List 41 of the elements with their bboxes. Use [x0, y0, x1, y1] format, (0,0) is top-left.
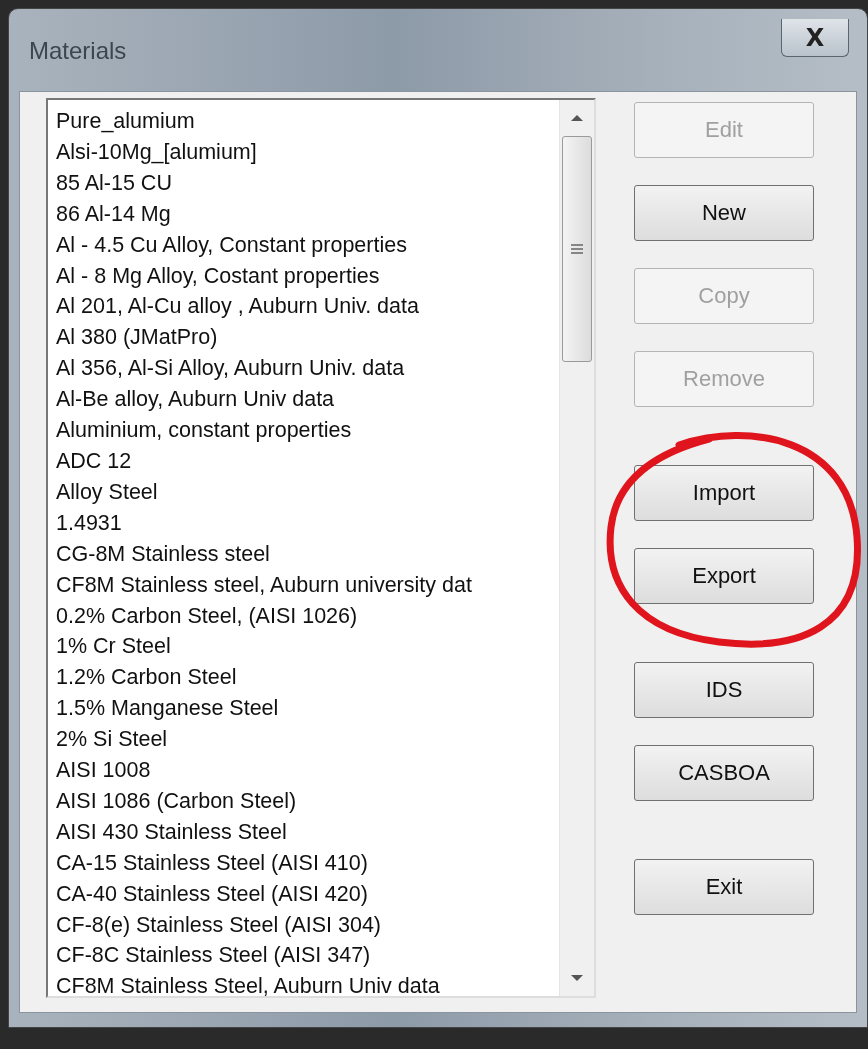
- list-item[interactable]: Al - 4.5 Cu Alloy, Constant properties: [56, 229, 559, 261]
- list-item[interactable]: Pure_alumium: [56, 106, 559, 137]
- list-item[interactable]: CA-40 Stainless Steel (AISI 420): [56, 878, 559, 910]
- list-item[interactable]: AISI 1008: [56, 755, 559, 786]
- list-item[interactable]: AISI 1086 (Carbon Steel): [56, 785, 559, 817]
- dialog-button[interactable]: Exit: [634, 859, 814, 915]
- list-item[interactable]: 1.2% Carbon Steel: [56, 662, 559, 694]
- dialog-button[interactable]: IDS: [634, 662, 814, 718]
- list-item[interactable]: Alloy Steel: [56, 476, 559, 508]
- list-item[interactable]: CA-15 Stainless Steel (AISI 410): [56, 847, 559, 879]
- list-item[interactable]: Aluminium, constant properties: [56, 415, 559, 446]
- list-item[interactable]: 1.4931: [56, 507, 559, 539]
- window-title: Materials: [29, 37, 127, 65]
- list-item[interactable]: Al-Be alloy, Auburn Univ data: [56, 384, 559, 416]
- list-item[interactable]: 1.5% Manganese Steel: [56, 693, 559, 725]
- dialog-button[interactable]: New: [634, 185, 814, 241]
- list-item[interactable]: Al - 8 Mg Alloy, Costant properties: [56, 260, 559, 292]
- list-item[interactable]: 86 Al-14 Mg: [56, 198, 559, 230]
- list-item[interactable]: 1% Cr Steel: [56, 631, 559, 663]
- list-item[interactable]: CF-8(e) Stainless Steel (AISI 304): [56, 909, 559, 941]
- list-item[interactable]: AISI 430 Stainless Steel: [56, 816, 559, 848]
- list-item[interactable]: ADC 12: [56, 445, 559, 477]
- list-item[interactable]: Alsi-10Mg_[alumium]: [56, 136, 559, 168]
- list-item[interactable]: Al 380 (JMatPro): [56, 322, 559, 354]
- dialog-button[interactable]: Export: [634, 548, 814, 604]
- list-item[interactable]: Al 201, Al-Cu alloy , Auburn Univ. data: [56, 291, 559, 323]
- grip-icon: [570, 243, 584, 255]
- dialog-button[interactable]: Import: [634, 465, 814, 521]
- list-item[interactable]: CG-8M Stainless steel: [56, 538, 559, 570]
- list-item[interactable]: 0.2% Carbon Steel, (AISI 1026): [56, 600, 559, 632]
- list-item[interactable]: CF8M Stainless Steel, Auburn Univ data: [56, 971, 559, 996]
- list-item[interactable]: CF-8C Stainless Steel (AISI 347): [56, 940, 559, 972]
- scrollbar[interactable]: [559, 100, 594, 996]
- list-item[interactable]: Al 356, Al-Si Alloy, Auburn Univ. data: [56, 353, 559, 385]
- dialog-button[interactable]: CASBOA: [634, 745, 814, 801]
- scroll-thumb[interactable]: [562, 136, 592, 362]
- close-button[interactable]: X: [781, 19, 849, 57]
- list-item[interactable]: CF8M Stainless steel, Auburn university dat: [56, 569, 559, 601]
- list-item[interactable]: 2% Si Steel: [56, 724, 559, 756]
- materials-list[interactable]: [46, 98, 596, 998]
- list-item[interactable]: 85 Al-15 CU: [56, 167, 559, 199]
